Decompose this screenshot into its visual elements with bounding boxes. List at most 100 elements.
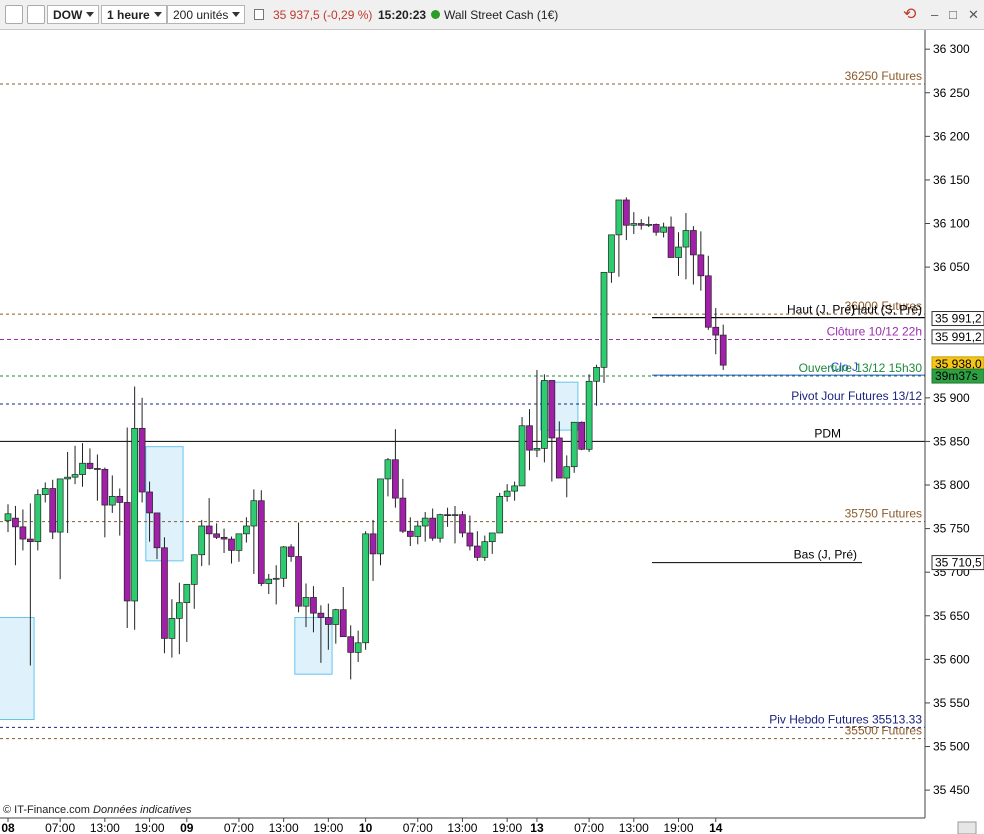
level-label: Ouverture 13/12 15h30	[799, 361, 923, 375]
candle-body	[690, 230, 697, 256]
candle-body	[615, 199, 623, 236]
chevron-down-icon	[86, 12, 95, 17]
candle-body	[704, 275, 712, 328]
candle-body	[325, 617, 332, 625]
candle-body	[280, 546, 287, 579]
candle-body	[168, 618, 176, 639]
x-tick-label: 09	[180, 821, 194, 834]
candle-body	[630, 223, 638, 226]
x-tick-label: 13:00	[619, 821, 649, 834]
candle-body	[660, 226, 667, 233]
candle-body	[377, 478, 384, 555]
candle-body	[503, 490, 511, 497]
x-tick-label: 19:00	[313, 821, 343, 834]
price-change: 35 937,5 (-0,29 %)	[273, 8, 373, 22]
candle-body	[719, 334, 727, 366]
candle-body	[548, 380, 556, 439]
candle-body	[392, 459, 399, 499]
candle-body	[578, 421, 586, 450]
symbol-label: DOW	[53, 8, 83, 22]
maximize-icon[interactable]: □	[949, 7, 957, 22]
units-select[interactable]: 200 unités	[167, 5, 246, 24]
candle-body	[183, 584, 191, 604]
y-tick-label: 36 050	[933, 260, 970, 274]
candle-body	[108, 495, 116, 506]
y-tick-label: 36 300	[933, 42, 970, 56]
candle-body	[555, 437, 563, 479]
candle-body	[474, 545, 481, 558]
candle-body	[399, 497, 407, 532]
chart-square-icon[interactable]	[27, 5, 45, 24]
x-tick-label: 07:00	[574, 821, 604, 834]
candle-body	[354, 642, 362, 653]
level-label: Pivot Jour Futures 13/12	[791, 389, 922, 403]
level-label: Bas (J, Pré)	[794, 548, 857, 562]
minimize-icon[interactable]: –	[931, 7, 938, 22]
x-tick-label: 13:00	[269, 821, 299, 834]
candle-body	[421, 517, 429, 527]
y-tick-label: 36 250	[933, 86, 970, 100]
candle-body	[131, 428, 138, 602]
x-tick-label: 14	[709, 821, 723, 834]
timeframe-label: 1 heure	[107, 8, 150, 22]
level-label: Clôture 10/12 22h	[827, 324, 922, 338]
candlestick-chart[interactable]: 36 300 36 250 36 200 36 150 36 100 36 050 35 9…	[0, 30, 984, 834]
candle-body	[302, 597, 310, 607]
x-tick-label: 08	[1, 821, 15, 834]
x-tick-label: 13:00	[447, 821, 477, 834]
candle-body	[235, 533, 243, 551]
indicative-note: Données indicatives	[93, 804, 192, 816]
candle-body	[682, 230, 690, 248]
plot-area	[0, 30, 925, 818]
units-label: 200 unités	[173, 8, 229, 22]
candle-body	[4, 513, 12, 522]
grid-icon[interactable]	[254, 9, 264, 20]
price-tag-label: 35 710,5	[935, 556, 982, 570]
candle-body	[257, 500, 265, 584]
candle-body	[123, 502, 131, 602]
x-tick-label: 19:00	[492, 821, 522, 834]
candle-body	[384, 459, 392, 480]
x-tick-label: 13	[530, 821, 544, 834]
candle-body	[451, 514, 459, 517]
chart-square-icon[interactable]	[5, 5, 23, 24]
x-tick-label: 10	[359, 821, 373, 834]
resize-grip-icon	[957, 821, 977, 834]
candle-body	[310, 597, 317, 614]
candle-body	[600, 271, 608, 368]
price-tag-label: 35 991,2	[935, 330, 982, 344]
candle-body	[414, 525, 422, 537]
x-tick-label: 07:00	[403, 821, 433, 834]
level-label: Haut (S, Pré)	[852, 303, 922, 317]
copyright-text: © IT-Finance.com	[3, 804, 90, 816]
y-tick-label: 35 500	[933, 740, 970, 754]
timeframe-select[interactable]: 1 heure	[101, 5, 167, 24]
close-icon[interactable]: ✕	[968, 7, 979, 23]
y-tick-label: 35 850	[933, 434, 970, 448]
candle-body	[41, 488, 49, 495]
candle-body	[459, 514, 466, 534]
y-tick-label: 36 100	[933, 217, 970, 231]
candle-body	[533, 448, 541, 451]
level-label: 35750 Futures	[845, 507, 922, 521]
candle-body	[608, 234, 615, 273]
candle-body	[481, 541, 489, 558]
level-label: 35500 Futures	[845, 724, 922, 738]
level-label: Haut (J, Pré)	[787, 303, 855, 317]
credit-line: © IT-Finance.com Données indicatives	[3, 804, 191, 816]
candle-body	[12, 517, 19, 528]
y-tick-label: 35 600	[933, 652, 970, 666]
candle-body	[101, 468, 109, 506]
x-tick-label: 13:00	[90, 821, 120, 834]
candle-body	[228, 538, 235, 551]
candle-body	[116, 495, 124, 503]
symbol-select[interactable]: DOW	[47, 5, 100, 24]
candle-body	[176, 602, 183, 619]
refresh-icon[interactable]: ⟲	[903, 4, 916, 24]
level-label: 36250 Futures	[845, 69, 922, 83]
y-tick-label: 35 450	[933, 783, 970, 797]
candle-body	[496, 495, 504, 534]
y-tick-label: 35 550	[933, 696, 970, 710]
candle-body	[652, 224, 660, 233]
candle-body	[71, 474, 79, 478]
